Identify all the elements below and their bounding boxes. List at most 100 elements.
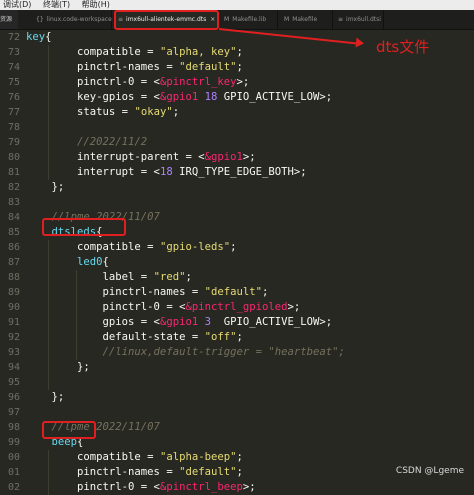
tab-label: imx6ull.dtsi bbox=[346, 16, 381, 23]
menu-debug[interactable]: 调试(D) bbox=[0, 0, 37, 10]
code-line: label = "red"; bbox=[26, 270, 192, 285]
code-token: ; bbox=[236, 466, 243, 478]
explorer-panel-header[interactable]: 资源 bbox=[0, 10, 18, 29]
dtsi-file-icon: ≡ bbox=[338, 16, 344, 23]
code-token: default-state = bbox=[26, 331, 205, 343]
code-token: 18 bbox=[159, 166, 173, 178]
tab-makefile[interactable]: M Makefile bbox=[280, 10, 333, 29]
highlight-box-beep bbox=[42, 421, 96, 439]
code-token: ; bbox=[172, 106, 180, 118]
code-token: >; bbox=[242, 481, 256, 493]
code-line: key{ bbox=[26, 30, 52, 45]
code-token: &gpio1 bbox=[159, 316, 199, 328]
code-token: >; bbox=[242, 151, 256, 163]
code-token: &gpio1 bbox=[204, 151, 243, 163]
code-line: compatible = "gpio-leds"; bbox=[26, 240, 237, 255]
code-line: interrupt = <18 IRQ_TYPE_EDGE_BOTH>; bbox=[26, 165, 307, 180]
code-token: //linux,default-trigger = "heartbeat"; bbox=[26, 346, 345, 358]
code-line: pinctrl-names = "default"; bbox=[26, 465, 243, 480]
code-token: "default" bbox=[179, 466, 237, 478]
code-token: &pinctrl_key bbox=[159, 76, 237, 88]
code-token: { bbox=[45, 31, 52, 43]
code-token: interrupt-parent = < bbox=[26, 151, 205, 163]
code-token: interrupt = < bbox=[26, 166, 160, 178]
code-line: pinctrl-0 = <&pinctrl_key>; bbox=[26, 75, 249, 90]
code-line: //linux,default-trigger = "heartbeat"; bbox=[26, 345, 345, 360]
code-token: &gpio1 bbox=[159, 91, 199, 103]
code-line: }; bbox=[26, 360, 90, 375]
code-token: ; bbox=[185, 271, 192, 283]
tab-imx6ull-dtsi[interactable]: ≡ imx6ull.dtsi bbox=[334, 10, 384, 29]
code-token: gpios = < bbox=[26, 316, 160, 328]
code-token: "alpha-beep" bbox=[159, 451, 237, 463]
code-token: "okay" bbox=[134, 106, 173, 118]
code-token: 18 bbox=[204, 91, 218, 103]
code-token: "red" bbox=[153, 271, 186, 283]
code-line: pinctrl-names = "default"; bbox=[26, 60, 243, 75]
highlight-box-dtsleds bbox=[42, 218, 126, 236]
code-line: key-gpios = <&gpio1 18 GPIO_ACTIVE_LOW>; bbox=[26, 90, 332, 105]
code-line: status = "okay"; bbox=[26, 105, 179, 120]
code-token: pinctrl-0 = < bbox=[26, 76, 160, 88]
editor-tab-bar: 资源 {} linux.code-workspace ≡ imx6ull-alien… bbox=[0, 10, 474, 30]
code-line: gpios = <&gpio1 3 GPIO_ACTIVE_LOW>; bbox=[26, 315, 333, 330]
makefile-icon: M bbox=[224, 16, 230, 23]
code-token: }; bbox=[26, 361, 90, 373]
tab-label: linux.code-workspace bbox=[46, 16, 112, 23]
tab-label: Makefile.lib bbox=[232, 16, 267, 23]
code-token: compatible = bbox=[26, 46, 160, 58]
code-line: compatible = "alpha-beep"; bbox=[26, 450, 243, 465]
code-line: pinctrl-names = "default"; bbox=[26, 285, 269, 300]
code-token: "alpha, key" bbox=[159, 46, 237, 58]
tab-makefile-lib[interactable]: M Makefile.lib bbox=[220, 10, 278, 29]
code-token: ; bbox=[230, 241, 237, 253]
code-line: pinctrl-0 = <&pinctrl_beep>; bbox=[26, 480, 256, 495]
code-line: //2022/11/2 bbox=[26, 135, 147, 150]
code-token: "gpio-leds" bbox=[159, 241, 231, 253]
code-line: default-state = "off"; bbox=[26, 330, 243, 345]
code-line: }; bbox=[26, 180, 65, 195]
code-token: key bbox=[26, 31, 46, 43]
code-token: >; bbox=[236, 76, 250, 88]
code-token: GPIO_ACTIVE_LOW>; bbox=[217, 91, 333, 103]
code-token: IRQ_TYPE_EDGE_BOTH>; bbox=[172, 166, 307, 178]
code-token: label = bbox=[26, 271, 154, 283]
code-token: ; bbox=[236, 46, 243, 58]
workspace-file-icon: {} bbox=[36, 16, 44, 23]
code-line: led0{ bbox=[26, 255, 109, 270]
code-token: GPIO_ACTIVE_LOW>; bbox=[211, 316, 333, 328]
code-token: status = bbox=[26, 106, 135, 118]
code-token: compatible = bbox=[26, 241, 160, 253]
code-line: pinctrl-0 = <&pinctrl_gpioled>; bbox=[26, 300, 301, 315]
tab-linux-code-workspace[interactable]: {} linux.code-workspace bbox=[32, 10, 112, 29]
code-token: ; bbox=[236, 61, 243, 73]
code-token: }; bbox=[26, 181, 65, 193]
code-token: pinctrl-names = bbox=[26, 466, 180, 478]
watermark: CSDN @Lgeme bbox=[395, 466, 464, 476]
code-token: { bbox=[102, 256, 109, 268]
code-line: compatible = "alpha, key"; bbox=[26, 45, 243, 60]
tab-label: Makefile bbox=[292, 16, 318, 23]
code-token: "default" bbox=[179, 61, 237, 73]
code-token: &pinctrl_beep bbox=[159, 481, 243, 493]
code-token: >; bbox=[287, 301, 301, 313]
code-token: pinctrl-0 = < bbox=[26, 301, 186, 313]
code-token: key-gpios = < bbox=[26, 91, 160, 103]
code-token: led0 bbox=[77, 256, 103, 268]
makefile-icon: M bbox=[284, 16, 290, 23]
code-token: //2022/11/2 bbox=[26, 136, 148, 148]
code-token: "off" bbox=[204, 331, 237, 343]
code-token: }; bbox=[26, 391, 65, 403]
code-token: ; bbox=[236, 331, 243, 343]
menu-terminal[interactable]: 终端(T) bbox=[40, 0, 76, 10]
menu-help[interactable]: 帮助(H) bbox=[79, 0, 116, 10]
code-line: }; bbox=[26, 390, 65, 405]
code-line: interrupt-parent = <&gpio1>; bbox=[26, 150, 256, 165]
menu-bar: 调试(D) 终端(T) 帮助(H) bbox=[0, 0, 474, 10]
code-token: pinctrl-names = bbox=[26, 61, 180, 73]
annotation-arrow-head-icon bbox=[355, 37, 365, 49]
code-token: compatible = bbox=[26, 451, 160, 463]
highlight-box-active-tab bbox=[114, 10, 219, 30]
code-token: pinctrl-names = bbox=[26, 286, 205, 298]
code-token: ; bbox=[262, 286, 269, 298]
